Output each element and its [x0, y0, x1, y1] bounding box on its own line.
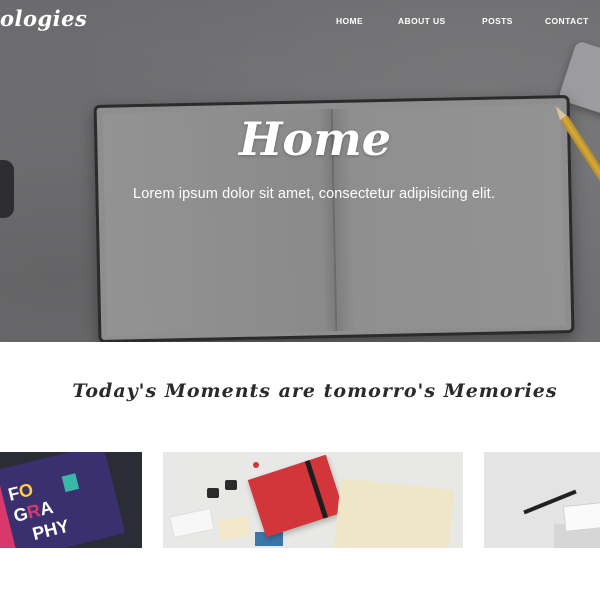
stationery-letter-paper [333, 478, 455, 548]
stationery-business-card [169, 507, 215, 539]
section-tagline: Today's Moments are tomorro's Memories [72, 380, 558, 402]
hero-title: Home [238, 112, 392, 166]
hero-banner: ologies HOME ABOUT US POSTS CONTACT Home… [0, 0, 600, 342]
notebook-elastic-band [304, 460, 329, 519]
gallery-card-typography[interactable]: FO GRA PHY [0, 452, 142, 548]
nav-home[interactable]: HOME [336, 16, 398, 26]
stationery-clip [207, 488, 219, 498]
stationery-pin [253, 462, 259, 468]
nav-contact[interactable]: CONTACT [545, 16, 589, 26]
gallery-card-stationery[interactable] [163, 452, 463, 548]
book-letters-fo: FO [6, 479, 36, 505]
nav-posts[interactable]: POSTS [482, 16, 545, 26]
nav-about-us[interactable]: ABOUT US [398, 16, 482, 26]
book-teal-mark [61, 473, 80, 493]
stationery-clip [225, 480, 237, 490]
stationery-business-card [217, 516, 251, 540]
gallery-card-desk[interactable] [484, 452, 600, 548]
main-nav: HOME ABOUT US POSTS CONTACT [336, 16, 589, 26]
stationery-red-notebook [247, 454, 345, 538]
hero-subtitle: Lorem ipsum dolor sit amet, consectetur … [133, 186, 495, 202]
typography-book-image: FO GRA PHY [0, 452, 126, 548]
brand-logo[interactable]: ologies [0, 6, 87, 34]
desk-card-image [562, 501, 600, 533]
